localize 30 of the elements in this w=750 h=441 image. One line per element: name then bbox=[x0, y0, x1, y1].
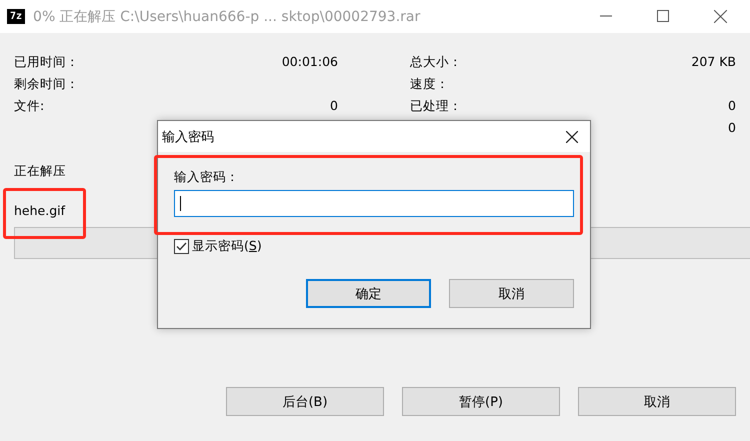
stat-label: 文件: bbox=[14, 97, 44, 115]
window-title: 0% 正在解压 C:\Users\huan666-p ... sktop\00002793.rar bbox=[33, 8, 422, 26]
stat-value: 207 KB bbox=[691, 53, 736, 71]
action-button[interactable]: 取消 bbox=[578, 387, 736, 416]
text-cursor bbox=[180, 196, 181, 211]
field-label: 输入密码： bbox=[174, 168, 240, 186]
check-icon bbox=[176, 242, 187, 251]
dialog-title: 输入密码 bbox=[162, 128, 214, 146]
maximize-icon[interactable] bbox=[657, 10, 669, 22]
stat-value: 0 bbox=[330, 97, 338, 115]
checkbox[interactable] bbox=[174, 239, 189, 254]
stat-label: 总大小： bbox=[410, 53, 462, 71]
stat-value: 00:01:06 bbox=[282, 53, 338, 71]
dialog-button[interactable]: 确定 bbox=[306, 279, 431, 308]
stat-value: 0 bbox=[728, 97, 736, 115]
password-field[interactable] bbox=[174, 190, 574, 217]
status-label: 正在解压 bbox=[14, 163, 66, 180]
stat-label: 速度： bbox=[410, 75, 449, 93]
action-button[interactable]: 暂停(P) bbox=[402, 387, 560, 416]
app-logo-icon: 7z bbox=[7, 9, 26, 24]
stat-label: 已用时间： bbox=[14, 53, 79, 71]
action-button[interactable]: 后台(B) bbox=[226, 387, 384, 416]
stat-label: 已处理： bbox=[410, 97, 462, 115]
file-name: hehe.gif bbox=[14, 203, 66, 220]
checkbox-label[interactable]: 显示密码(S) bbox=[192, 238, 262, 255]
stat-value: 0 bbox=[728, 119, 736, 137]
close-icon[interactable] bbox=[714, 10, 727, 23]
close-icon[interactable] bbox=[566, 130, 578, 142]
stat-label: 剩余时间： bbox=[14, 75, 79, 93]
dialog-button[interactable]: 取消 bbox=[449, 279, 574, 308]
